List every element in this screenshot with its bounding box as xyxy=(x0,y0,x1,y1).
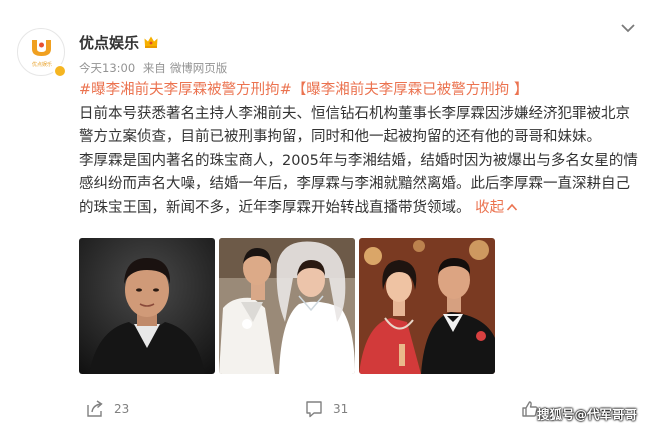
collapse-link[interactable]: 收起 xyxy=(475,200,518,216)
account-avatar[interactable]: 优点娱乐 xyxy=(17,28,67,78)
post-source: 微博网页版 xyxy=(169,61,228,75)
source-prefix: 来自 xyxy=(142,61,166,75)
post-meta: 今天13:00 来自 微博网页版 xyxy=(79,60,231,76)
wedding-photo xyxy=(219,238,355,374)
comment-button[interactable]: 31 xyxy=(305,398,348,420)
post-line: 李厚霖是国内著名的珠宝商人，2005年与李湘结婚，结婚时因为被爆出与多名女星的情 xyxy=(79,152,638,169)
account-name[interactable]: 优点娱乐 xyxy=(79,32,139,53)
hashtag-link[interactable]: #曝李湘前夫李厚霖被警方刑拘# xyxy=(79,82,292,98)
couple-photo xyxy=(359,238,495,374)
brand-logo-icon xyxy=(32,40,51,56)
post-line: 日前本号获悉著名主持人李湘前夫、恒信钻石机构董事长李厚霖因涉嫌经济犯罪被北京 xyxy=(79,105,630,122)
post-photo[interactable] xyxy=(359,238,495,374)
post-line: 的珠宝王国，新闻不多，近年李厚霖开始转战直播带货领域。 收起 xyxy=(79,197,635,221)
post-photo[interactable] xyxy=(219,238,355,374)
share-count: 23 xyxy=(114,402,130,416)
post-time[interactable]: 今天13:00 xyxy=(79,61,135,75)
post-line: 感纠纷而声名大噪，结婚一年后，李厚霖与李湘就黯然离婚。此后李厚霖一直深耕自己 xyxy=(79,176,630,192)
share-button[interactable]: 23 xyxy=(86,398,129,420)
post-headline: 【曝李湘前夫李厚霖已被警方刑拘 】 xyxy=(291,82,529,98)
collapse-label[interactable]: 收起 xyxy=(475,200,504,216)
post-line: 警方立案侦查，目前已被刑事拘留，同时和他一起被拘留的还有他的哥哥和妹妹。 xyxy=(79,129,601,145)
photo-grid xyxy=(79,238,495,374)
post-photo[interactable] xyxy=(79,238,215,374)
share-icon xyxy=(87,400,103,417)
comment-icon xyxy=(306,401,322,418)
verified-badge-icon xyxy=(53,64,67,78)
chevron-down-icon[interactable] xyxy=(620,22,636,34)
post-line: #曝李湘前夫李厚霖被警方刑拘#【曝李湘前夫李厚霖已被警方刑拘 】 xyxy=(79,79,635,103)
chevron-up-icon xyxy=(507,203,518,211)
weibo-post-card: 优点娱乐 优点娱乐 今天13:00 来自 微博网页版 #曝李湘前夫李厚霖被警方刑拘… xyxy=(0,0,650,428)
post-line-text: 的珠宝王国，新闻不多，近年李厚霖开始转战直播带货领域。 xyxy=(79,199,471,216)
watermark: 搜狐号@代军哥哥 xyxy=(537,407,638,422)
comment-count: 31 xyxy=(333,402,349,416)
post-text: #曝李湘前夫李厚霖被警方刑拘#【曝李湘前夫李厚霖已被警方刑拘 】 日前本号获悉著… xyxy=(79,79,638,221)
crown-icon[interactable] xyxy=(143,34,159,50)
portrait-photo xyxy=(79,238,215,374)
